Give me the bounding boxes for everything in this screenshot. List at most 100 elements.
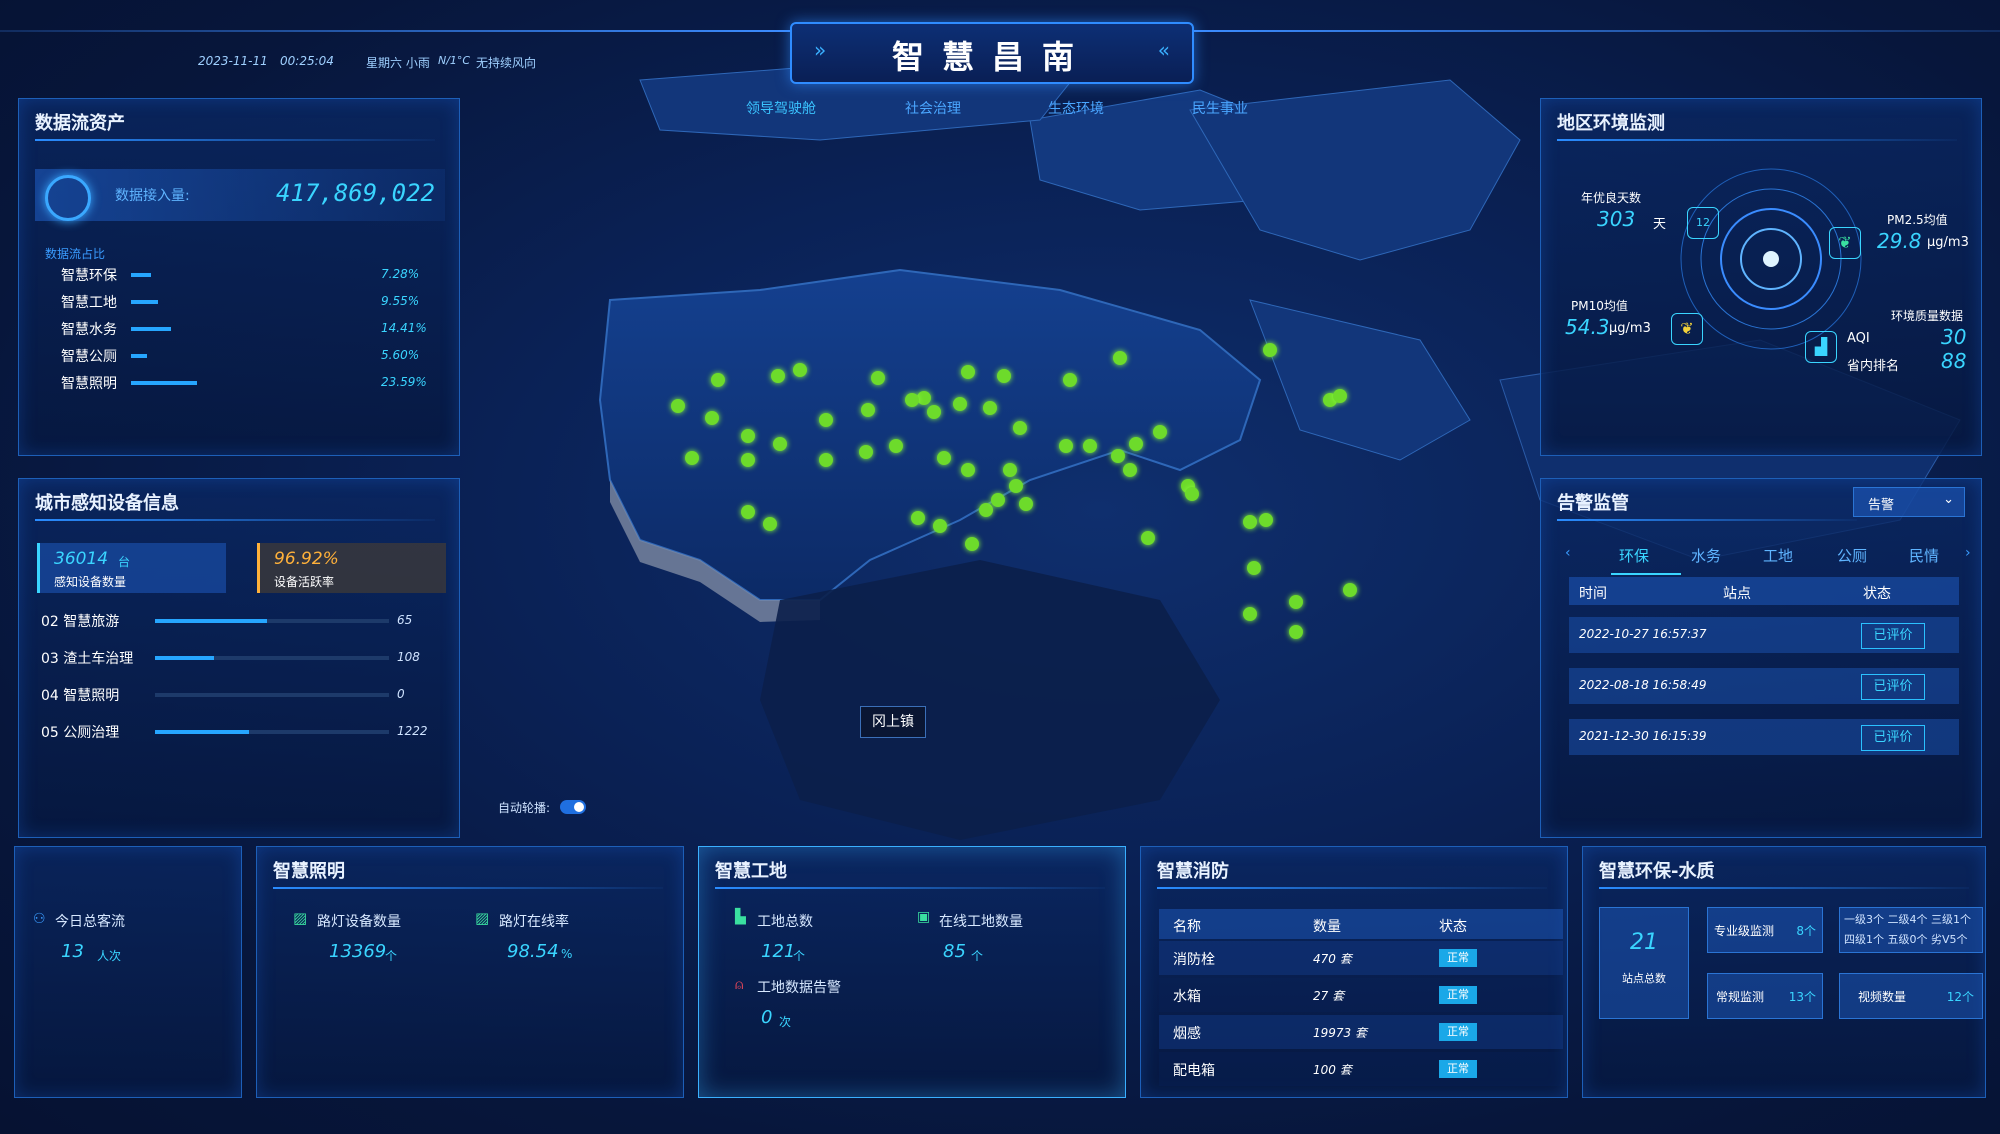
map-marker[interactable] (1243, 515, 1257, 529)
map-marker[interactable] (1003, 463, 1017, 477)
map-marker[interactable] (741, 453, 755, 467)
map-marker[interactable] (979, 503, 993, 517)
map-marker[interactable] (889, 439, 903, 453)
tab-0[interactable]: 环保 (1619, 545, 1649, 566)
ratio-name: 智慧环保 (61, 268, 117, 284)
site-online-value: 85 (943, 941, 966, 962)
tab-next-icon[interactable]: › (1965, 545, 1971, 561)
alarm-select-value: 告警 (1868, 498, 1895, 513)
device-bar-track (155, 619, 389, 623)
intake-value: 417,869,022 (276, 179, 435, 207)
nav-ecology[interactable]: 生态环境 (1048, 98, 1104, 118)
map-marker[interactable] (997, 369, 1011, 383)
map-marker[interactable] (1013, 421, 1027, 435)
map-marker[interactable] (1123, 463, 1137, 477)
fire-row: 烟感 19973 套 正常 (1159, 1015, 1563, 1049)
header-line-left (0, 30, 790, 32)
ratio-name: 智慧照明 (61, 376, 117, 392)
map-marker[interactable] (961, 463, 975, 477)
ratio-bar (131, 354, 147, 358)
monitor-icon: ▣ (917, 909, 931, 925)
map-marker[interactable] (991, 493, 1005, 507)
map-marker[interactable] (1289, 625, 1303, 639)
map-marker[interactable] (793, 363, 807, 377)
header-time: 00:25:04 (280, 54, 334, 68)
map-marker[interactable] (819, 453, 833, 467)
map-marker[interactable] (937, 451, 951, 465)
map-marker[interactable] (773, 437, 787, 451)
map-marker[interactable] (1247, 561, 1261, 575)
tab-3[interactable]: 公厕 (1837, 545, 1867, 566)
map-marker[interactable] (685, 451, 699, 465)
map-marker[interactable] (711, 373, 725, 387)
map-marker[interactable] (1263, 343, 1277, 357)
alarm-row[interactable]: 2022-08-18 16:58:49 已评价 (1569, 668, 1959, 704)
map-marker[interactable] (1343, 583, 1357, 597)
device-bar-fill (155, 730, 249, 734)
alarm-type-select[interactable]: 告警 ⌄ (1853, 487, 1965, 517)
nav-social-governance[interactable]: 社会治理 (905, 98, 961, 118)
device-value: 0 (397, 687, 405, 701)
alarm-row[interactable]: 2022-10-27 16:57:37 已评价 (1569, 617, 1959, 653)
leaf-icon: ❦ (1671, 313, 1703, 345)
map-marker[interactable] (1113, 351, 1127, 365)
tab-4[interactable]: 民情 (1909, 545, 1939, 566)
ratio-row: 智慧公厕 5.60% (19, 346, 459, 368)
map-marker[interactable] (933, 519, 947, 533)
evaluated-button[interactable]: 已评价 (1861, 623, 1925, 649)
map-marker[interactable] (905, 393, 919, 407)
map-marker[interactable] (953, 397, 967, 411)
map-marker[interactable] (927, 405, 941, 419)
map-marker[interactable] (741, 429, 755, 443)
map-marker[interactable] (871, 371, 885, 385)
map-marker[interactable] (1129, 437, 1143, 451)
ratio-bar (131, 327, 172, 331)
auto-rotate-toggle[interactable] (560, 800, 586, 814)
site-total-unit: 个 (793, 949, 806, 963)
map-marker[interactable] (1259, 513, 1273, 527)
map-marker[interactable] (741, 505, 755, 519)
map-marker[interactable] (911, 511, 925, 525)
map-marker[interactable] (1059, 439, 1073, 453)
map-marker[interactable] (1009, 479, 1023, 493)
map-marker[interactable] (1185, 487, 1199, 501)
device-bar-track (155, 656, 389, 660)
water-quality-panel: 智慧环保-水质 21 站点总数 专业级监测 8个 一级3个 二级4个 三级1个 … (1582, 846, 1986, 1098)
map-marker[interactable] (961, 365, 975, 379)
map-marker[interactable] (1063, 373, 1077, 387)
nav-leader-cockpit[interactable]: 领导驾驶舱 (746, 98, 816, 118)
good-days-label: 年优良天数 (1581, 191, 1642, 205)
flow-label: 今日总客流 (55, 914, 125, 930)
map-marker[interactable] (1019, 497, 1033, 511)
map-marker[interactable] (1333, 389, 1347, 403)
fire-count: 19973 套 (1313, 1026, 1367, 1040)
map-marker[interactable] (705, 411, 719, 425)
site-alarm-unit: 次 (779, 1015, 792, 1029)
map-marker[interactable] (1153, 425, 1167, 439)
map-marker[interactable] (1141, 531, 1155, 545)
map-marker[interactable] (819, 413, 833, 427)
map-marker[interactable] (861, 403, 875, 417)
ratio-name: 智慧公厕 (61, 349, 117, 365)
map-marker[interactable] (1243, 607, 1257, 621)
map-marker[interactable] (917, 391, 931, 405)
map-marker[interactable] (671, 399, 685, 413)
map-marker[interactable] (771, 369, 785, 383)
map-marker[interactable] (983, 401, 997, 415)
pm10-label: PM10均值 (1571, 299, 1628, 313)
tab-1[interactable]: 水务 (1691, 545, 1721, 566)
evaluated-button[interactable]: 已评价 (1861, 725, 1925, 751)
database-icon (45, 175, 91, 221)
evaluated-button[interactable]: 已评价 (1861, 674, 1925, 700)
ratio-label: 数据流占比 (45, 247, 106, 261)
nav-livelihood[interactable]: 民生事业 (1192, 98, 1248, 118)
alarm-row[interactable]: 2021-12-30 16:15:39 已评价 (1569, 719, 1959, 755)
map-marker[interactable] (1083, 439, 1097, 453)
map-marker[interactable] (763, 517, 777, 531)
map-marker[interactable] (965, 537, 979, 551)
tab-prev-icon[interactable]: ‹ (1565, 545, 1571, 561)
tab-2[interactable]: 工地 (1763, 545, 1793, 566)
map-marker[interactable] (1111, 449, 1125, 463)
map-marker[interactable] (1289, 595, 1303, 609)
map-marker[interactable] (859, 445, 873, 459)
